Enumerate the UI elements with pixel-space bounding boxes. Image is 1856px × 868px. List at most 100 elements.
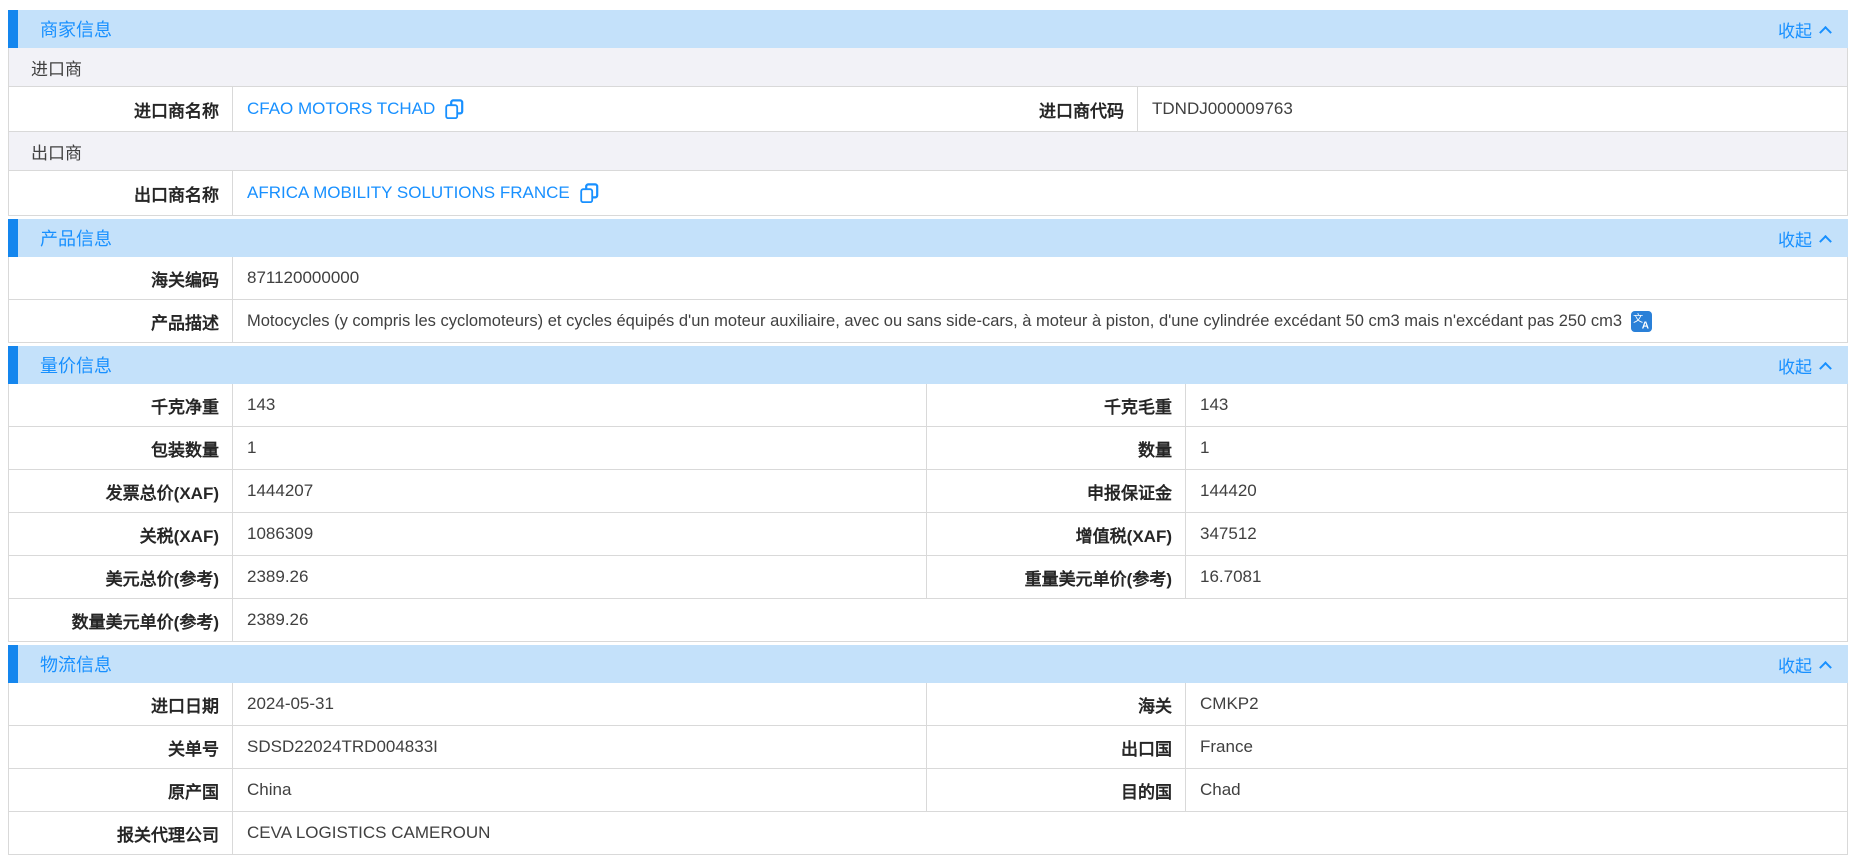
importer-subheader: 进口商 — [9, 48, 1847, 86]
import-date-label: 进口日期 — [9, 683, 233, 725]
svg-text:A: A — [1642, 320, 1649, 331]
import-date-value: 2024-05-31 — [233, 683, 927, 725]
vat-value: 347512 — [1186, 513, 1847, 555]
usd-total-value: 2389.26 — [233, 556, 927, 598]
section-accent-bar — [8, 10, 18, 48]
destination-country-value: Chad — [1186, 769, 1847, 811]
customs-label: 海关 — [927, 683, 1186, 725]
origin-country-label: 原产国 — [9, 769, 233, 811]
export-country-value: France — [1186, 726, 1847, 768]
customs-agent-label: 报关代理公司 — [9, 812, 233, 854]
section-title: 产品信息 — [40, 225, 112, 251]
collapse-button[interactable]: 收起 — [1778, 226, 1830, 251]
exporter-subheader-row: 出口商 — [9, 132, 1847, 171]
merchant-section-header: 商家信息 收起 — [8, 10, 1848, 48]
section-title: 物流信息 — [40, 651, 112, 677]
translate-icon[interactable]: 文 A — [1631, 311, 1652, 332]
table-row: 报关代理公司 CEVA LOGISTICS CAMEROUN — [9, 812, 1847, 855]
quantity-price-table: 千克净重 143 千克毛重 143 包装数量 1 数量 1 发票总价(XAF) … — [8, 384, 1848, 642]
hs-code-value: 871120000000 — [233, 257, 1847, 299]
importer-subheader-row: 进口商 — [9, 48, 1847, 87]
quantity-price-section-header: 量价信息 收起 — [8, 346, 1848, 384]
chevron-up-icon — [1819, 25, 1832, 38]
exporter-name-label: 出口商名称 — [9, 171, 233, 215]
usd-unit-qty-label: 数量美元单价(参考) — [9, 599, 233, 641]
importer-code-label: 进口商代码 — [906, 87, 1138, 131]
usd-unit-weight-value: 16.7081 — [1186, 556, 1847, 598]
invoice-total-value: 1444207 — [233, 470, 927, 512]
exporter-row: 出口商名称 AFRICA MOBILITY SOLUTIONS FRANCE — [9, 171, 1847, 216]
table-row: 发票总价(XAF) 1444207 申报保证金 144420 — [9, 470, 1847, 513]
collapse-label: 收起 — [1778, 652, 1812, 677]
net-weight-value: 143 — [233, 384, 927, 426]
section-logistics-info: 物流信息 收起 进口日期 2024-05-31 海关 CMKP2 关单号 SDS… — [8, 645, 1848, 855]
importer-name-label: 进口商名称 — [9, 87, 233, 131]
collapse-label: 收起 — [1778, 353, 1812, 378]
product-desc-text: Motocycles (y compris les cyclomoteurs) … — [247, 312, 1622, 331]
table-row: 千克净重 143 千克毛重 143 — [9, 384, 1847, 427]
collapse-label: 收起 — [1778, 17, 1812, 42]
export-country-label: 出口国 — [927, 726, 1186, 768]
table-row: 包装数量 1 数量 1 — [9, 427, 1847, 470]
vat-label: 增值税(XAF) — [927, 513, 1186, 555]
collapse-button[interactable]: 收起 — [1778, 353, 1830, 378]
customs-order-no-value: SDSD22024TRD004833I — [233, 726, 927, 768]
importer-code-value: TDNDJ000009763 — [1138, 87, 1847, 131]
usd-unit-qty-value: 2389.26 — [233, 599, 1847, 641]
table-row: 关税(XAF) 1086309 增值税(XAF) 347512 — [9, 513, 1847, 556]
net-weight-label: 千克净重 — [9, 384, 233, 426]
section-accent-bar — [8, 645, 18, 683]
quantity-value: 1 — [1186, 427, 1847, 469]
gross-weight-label: 千克毛重 — [927, 384, 1186, 426]
origin-country-value: China — [233, 769, 927, 811]
section-merchant-info: 商家信息 收起 进口商 进口商名称 CFAO MOTORS TCHAD — [8, 10, 1848, 216]
tariff-label: 关税(XAF) — [9, 513, 233, 555]
hs-code-label: 海关编码 — [9, 257, 233, 299]
collapse-label: 收起 — [1778, 226, 1812, 251]
declared-deposit-value: 144420 — [1186, 470, 1847, 512]
section-quantity-price-info: 量价信息 收起 千克净重 143 千克毛重 143 包装数量 1 数量 1 发票… — [8, 346, 1848, 642]
table-row: 原产国 China 目的国 Chad — [9, 769, 1847, 812]
table-row: 美元总价(参考) 2389.26 重量美元单价(参考) 16.7081 — [9, 556, 1847, 599]
tariff-value: 1086309 — [233, 513, 927, 555]
product-desc-row: 产品描述 Motocycles (y compris les cyclomote… — [9, 300, 1847, 343]
logistics-section-header: 物流信息 收起 — [8, 645, 1848, 683]
invoice-total-label: 发票总价(XAF) — [9, 470, 233, 512]
product-table: 海关编码 871120000000 产品描述 Motocycles (y com… — [8, 257, 1848, 343]
customs-order-no-label: 关单号 — [9, 726, 233, 768]
package-qty-label: 包装数量 — [9, 427, 233, 469]
section-accent-bar — [8, 346, 18, 384]
trade-record-detail: 商家信息 收起 进口商 进口商名称 CFAO MOTORS TCHAD — [8, 10, 1848, 855]
product-desc-label: 产品描述 — [9, 300, 233, 342]
destination-country-label: 目的国 — [927, 769, 1186, 811]
product-section-header: 产品信息 收起 — [8, 219, 1848, 257]
table-row: 关单号 SDSD22024TRD004833I 出口国 France — [9, 726, 1847, 769]
collapse-button[interactable]: 收起 — [1778, 17, 1830, 42]
copy-icon[interactable] — [579, 183, 599, 203]
logistics-table: 进口日期 2024-05-31 海关 CMKP2 关单号 SDSD22024TR… — [8, 683, 1848, 855]
section-accent-bar — [8, 219, 18, 257]
collapse-button[interactable]: 收起 — [1778, 652, 1830, 677]
exporter-subheader: 出口商 — [9, 132, 1847, 170]
customs-value: CMKP2 — [1186, 683, 1847, 725]
copy-icon[interactable] — [444, 99, 464, 119]
table-row: 数量美元单价(参考) 2389.26 — [9, 599, 1847, 642]
gross-weight-value: 143 — [1186, 384, 1847, 426]
table-row: 进口日期 2024-05-31 海关 CMKP2 — [9, 683, 1847, 726]
section-title: 量价信息 — [40, 352, 112, 378]
merchant-table: 进口商 进口商名称 CFAO MOTORS TCHAD 进口商代码 TDNDJ0… — [8, 48, 1848, 216]
usd-unit-weight-label: 重量美元单价(参考) — [927, 556, 1186, 598]
chevron-up-icon — [1819, 361, 1832, 374]
usd-total-label: 美元总价(参考) — [9, 556, 233, 598]
quantity-label: 数量 — [927, 427, 1186, 469]
importer-row: 进口商名称 CFAO MOTORS TCHAD 进口商代码 TDNDJ00000… — [9, 87, 1847, 132]
section-title: 商家信息 — [40, 16, 112, 42]
chevron-up-icon — [1819, 234, 1832, 247]
importer-name-link[interactable]: CFAO MOTORS TCHAD — [247, 99, 435, 119]
customs-agent-value: CEVA LOGISTICS CAMEROUN — [233, 812, 1847, 854]
hs-code-row: 海关编码 871120000000 — [9, 257, 1847, 300]
exporter-name-link[interactable]: AFRICA MOBILITY SOLUTIONS FRANCE — [247, 183, 570, 203]
package-qty-value: 1 — [233, 427, 927, 469]
section-product-info: 产品信息 收起 海关编码 871120000000 产品描述 Motocycle… — [8, 219, 1848, 343]
declared-deposit-label: 申报保证金 — [927, 470, 1186, 512]
